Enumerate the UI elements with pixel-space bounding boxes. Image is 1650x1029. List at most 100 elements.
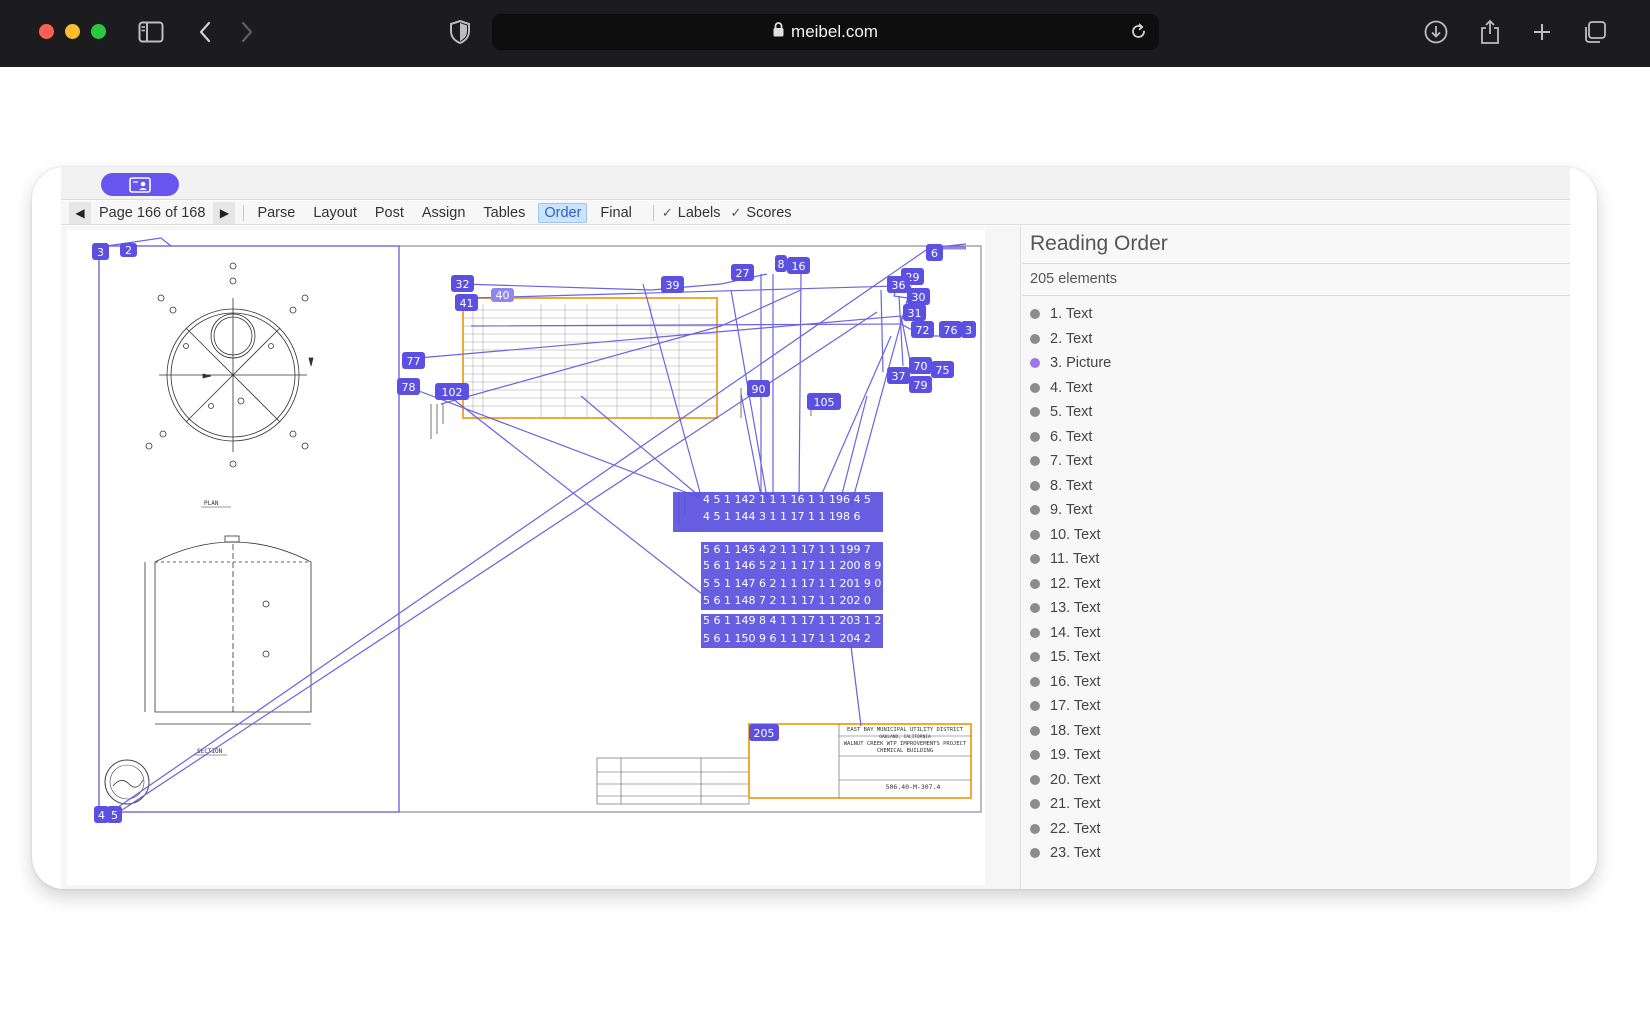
- back-icon[interactable]: [198, 18, 212, 46]
- tab-post[interactable]: Post: [370, 204, 409, 222]
- order-badge: 31: [908, 307, 922, 320]
- order-badge: 3: [97, 246, 104, 259]
- labels-checkbox[interactable]: ✓ Labels: [662, 205, 721, 221]
- order-badge: 90: [752, 383, 766, 396]
- list-item[interactable]: 13. Text: [1030, 596, 1560, 621]
- close-window-button[interactable]: [39, 24, 54, 39]
- share-icon[interactable]: [1479, 18, 1501, 46]
- order-badge: 36: [892, 279, 906, 292]
- list-item[interactable]: 1. Text: [1030, 302, 1560, 327]
- order-badge: 27: [736, 267, 750, 280]
- view-toggle-button[interactable]: [101, 173, 179, 196]
- tab-order[interactable]: Order: [538, 202, 588, 223]
- pipeline-toolbar: ◀ Page 166 of 168 ▶ Parse Layout Post As…: [61, 201, 1570, 225]
- list-item[interactable]: 10. Text: [1030, 523, 1560, 548]
- svg-text:506.40-M-307.4: 506.40-M-307.4: [886, 783, 941, 791]
- list-item[interactable]: 16. Text: [1030, 670, 1560, 695]
- text-dot-icon: [1030, 823, 1040, 834]
- document-user-icon: [129, 176, 151, 193]
- next-page-button[interactable]: ▶: [213, 201, 236, 224]
- text-dot-icon: [1030, 848, 1040, 859]
- text-dot-icon: [1030, 652, 1040, 663]
- list-item[interactable]: 17. Text: [1030, 694, 1560, 719]
- tab-layout[interactable]: Layout: [308, 204, 362, 222]
- order-badge: 30: [912, 291, 926, 304]
- list-item[interactable]: 8. Text: [1030, 474, 1560, 499]
- text-dot-icon: [1030, 333, 1040, 344]
- svg-text:OAKLAND, CALIFORNIA: OAKLAND, CALIFORNIA: [879, 734, 931, 740]
- shield-icon[interactable]: [450, 18, 470, 46]
- engineering-drawing: PLAN SECTION EAST BAY MUNICIPAL UTILITY …: [67, 230, 985, 885]
- tab-final[interactable]: Final: [595, 204, 636, 222]
- list-item[interactable]: 5. Text: [1030, 400, 1560, 425]
- list-item[interactable]: 9. Text: [1030, 498, 1560, 523]
- lock-icon: [773, 22, 784, 42]
- text-dot-icon: [1030, 456, 1040, 467]
- list-item[interactable]: 22. Text: [1030, 817, 1560, 842]
- list-item[interactable]: 14. Text: [1030, 621, 1560, 646]
- list-item[interactable]: 7. Text: [1030, 449, 1560, 474]
- browser-toolbar: meibel.com: [0, 0, 1650, 67]
- cluster-row: 4 5 1 144 3 1 1 17 1 1 198 6: [703, 510, 860, 523]
- cluster-row: 5 6 1 149 8 4 1 1 17 1 1 203 1 2: [703, 614, 881, 627]
- title-block: EAST BAY MUNICIPAL UTILITY DISTRICT OAKL…: [748, 723, 972, 799]
- forward-icon[interactable]: [240, 18, 254, 46]
- minimize-window-button[interactable]: [65, 24, 80, 39]
- svg-text:CHEMICAL BUILDING: CHEMICAL BUILDING: [877, 748, 933, 754]
- cluster-row: 5 5 1 147 6 2 1 1 17 1 1 201 9 0: [703, 577, 881, 590]
- text-dot-icon: [1030, 676, 1040, 687]
- text-dot-icon: [1030, 774, 1040, 785]
- tab-tables[interactable]: Tables: [478, 204, 530, 222]
- panel-divider: [1022, 295, 1570, 296]
- list-item[interactable]: 11. Text: [1030, 547, 1560, 572]
- order-badge: 37: [892, 370, 906, 383]
- text-dot-icon: [1030, 701, 1040, 712]
- order-badge: 77: [407, 355, 421, 368]
- list-item[interactable]: 18. Text: [1030, 719, 1560, 744]
- cluster-row: 5 6 1 150 9 6 1 1 17 1 1 204 2: [703, 632, 871, 645]
- order-badge: 79: [914, 379, 928, 392]
- order-badge: 6: [931, 247, 938, 260]
- sidebar-icon[interactable]: [138, 18, 164, 46]
- cluster-row: 5 6 1 148 7 2 1 1 17 1 1 202 0: [703, 594, 871, 607]
- page-indicator: Page 166 of 168: [99, 204, 206, 221]
- text-dot-icon: [1030, 480, 1040, 491]
- list-item[interactable]: 2. Text: [1030, 327, 1560, 352]
- text-dot-icon: [1030, 431, 1040, 442]
- list-item[interactable]: 6. Text: [1030, 425, 1560, 450]
- tab-parse[interactable]: Parse: [252, 204, 300, 222]
- check-icon: ✓: [730, 204, 742, 220]
- scores-checkbox[interactable]: ✓ Scores: [731, 205, 792, 221]
- zoom-window-button[interactable]: [91, 24, 106, 39]
- app-header-bar: [61, 167, 1570, 200]
- order-badge: 102: [442, 386, 463, 399]
- order-badge: 4: [98, 809, 105, 822]
- order-badge: 3: [965, 324, 972, 337]
- list-item[interactable]: 15. Text: [1030, 645, 1560, 670]
- toolbar-divider: [243, 204, 245, 221]
- text-dot-icon: [1030, 554, 1040, 565]
- tabs-icon[interactable]: [1583, 18, 1607, 46]
- cluster-row: 4 5 1 142 1 1 1 16 1 1 196 4 5: [703, 493, 871, 506]
- prev-page-button[interactable]: ◀: [69, 201, 91, 224]
- picture-dot-icon: [1030, 358, 1040, 369]
- document-viewer[interactable]: PLAN SECTION EAST BAY MUNICIPAL UTILITY …: [61, 226, 1021, 889]
- list-item[interactable]: 20. Text: [1030, 768, 1560, 793]
- download-icon[interactable]: [1424, 18, 1448, 46]
- list-item[interactable]: 3. Picture: [1030, 351, 1560, 376]
- list-item[interactable]: 21. Text: [1030, 792, 1560, 817]
- list-item[interactable]: 19. Text: [1030, 743, 1560, 768]
- tab-assign[interactable]: Assign: [417, 204, 471, 222]
- list-item[interactable]: 23. Text: [1030, 841, 1560, 866]
- address-bar[interactable]: meibel.com: [492, 14, 1159, 50]
- svg-text:WALNUT CREEK WTP IMPROVEMENTS: WALNUT CREEK WTP IMPROVEMENTS PROJECT: [844, 741, 967, 747]
- list-item[interactable]: 12. Text: [1030, 572, 1560, 597]
- reload-icon[interactable]: [1130, 23, 1147, 45]
- plus-icon[interactable]: [1532, 18, 1552, 46]
- text-dot-icon: [1030, 382, 1040, 393]
- order-badge: 76: [944, 324, 958, 337]
- reading-order-list: 1. Text 2. Text 3. Picture 4. Text 5. Te…: [1030, 302, 1560, 866]
- list-item[interactable]: 4. Text: [1030, 376, 1560, 401]
- text-dot-icon: [1030, 505, 1040, 516]
- order-badge: 5: [111, 809, 118, 822]
